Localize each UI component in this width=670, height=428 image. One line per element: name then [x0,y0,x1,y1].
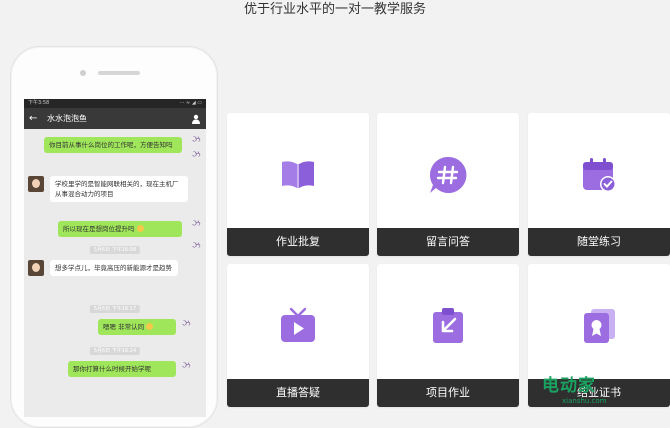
message-row: 嗯嗯 非常认同 [98,319,176,335]
book-icon [282,161,314,188]
chat-title: 水水泡泡鱼 [47,114,87,123]
phone-camera [80,70,86,76]
message-row: 学校里学的是智能网联相关的，现在主机厂从事混合动力的项目 [28,176,188,202]
read-mark-icon: ઝ [192,241,201,251]
page-headline: 优于行业水平的一对一教学服务 [243,2,426,17]
card-label: 随堂练习 [528,228,670,256]
message-bubble-outgoing: 嗯嗯 非常认同 [98,319,176,335]
message-timestamp: 5月6日 下午16:17 [89,305,141,313]
read-mark-icon: ઝ [182,361,191,371]
feature-card-homework-review[interactable]: 作业批复 [227,113,369,256]
tv-play-icon [281,307,315,342]
message-timestamp: 5月6日 下午16:24 [89,347,141,355]
feature-card-live-qa[interactable]: 直播答疑 [227,264,369,407]
smile-emoji-icon [136,225,144,232]
clipboard-download-icon [433,308,463,343]
status-bar: 下午3:58 ··· ≈ ◢ ▭ [24,99,206,108]
status-icons: ··· ≈ ◢ ▭ [179,100,202,106]
message-bubble-outgoing: 所以现在是想岗位提升吗 [58,221,182,237]
message-bubble-incoming: 学校里学的是智能网联相关的，现在主机厂从事混合动力的项目 [50,176,188,202]
message-row: 所以现在是想岗位提升吗 [58,221,182,237]
message-bubble-outgoing: 那你打算什么时候开始学呢 [68,361,176,377]
hashtag-chat-icon [429,156,467,193]
status-time: 下午3:58 [28,100,50,106]
message-row: 想多学点儿，毕竟高压的新能源才是趋势 [28,260,178,276]
avatar[interactable] [28,260,44,276]
message-timestamp: 5月6日 下午16:08 [89,246,141,254]
phone-mockup: 下午3:58 ··· ≈ ◢ ▭ ← 水水泡泡鱼 你目前从事什么岗位的工作呢，方… [10,46,218,428]
message-row: 你目前从事什么岗位的工作呢，方便告知吗 [44,137,182,153]
feature-card-project-homework[interactable]: 项目作业 [377,264,519,407]
phone-speaker [98,71,140,75]
watermark-text: 电动家 [542,376,596,396]
read-mark-icon: ઝ [192,150,201,160]
read-mark-icon: ઝ [192,219,201,229]
site-watermark: 电动家 xianshu.com [518,371,670,409]
card-label: 项目作业 [377,379,519,407]
read-mark-icon: ઝ [182,319,191,329]
calendar-check-icon [583,158,616,192]
card-label: 直播答疑 [227,379,369,407]
chat-screen: 下午3:58 ··· ≈ ◢ ▭ ← 水水泡泡鱼 你目前从事什么岗位的工作呢，方… [24,99,206,417]
message-text: 所以现在是想岗位提升吗 [63,225,135,233]
message-text: 嗯嗯 非常认同 [103,323,145,331]
message-bubble-outgoing: 你目前从事什么岗位的工作呢，方便告知吗 [44,137,182,153]
watermark-domain: xianshu.com [562,397,607,405]
read-mark-icon: ઝ [192,135,201,145]
person-icon[interactable] [191,114,201,124]
card-label: 作业批复 [227,228,369,256]
feature-card-message-qa[interactable]: 留言问答 [377,113,519,256]
avatar[interactable] [28,176,44,192]
arrow-left-icon[interactable]: ← [29,113,43,124]
smile-emoji-icon [146,323,154,330]
card-label: 留言问答 [377,228,519,256]
feature-card-class-exercise[interactable]: 随堂练习 [528,113,670,256]
message-row: 那你打算什么时候开始学呢 [68,361,176,377]
message-bubble-incoming: 想多学点儿，毕竟高压的新能源才是趋势 [50,260,178,276]
chat-header: ← 水水泡泡鱼 [24,108,206,129]
certificate-icon [584,309,615,343]
